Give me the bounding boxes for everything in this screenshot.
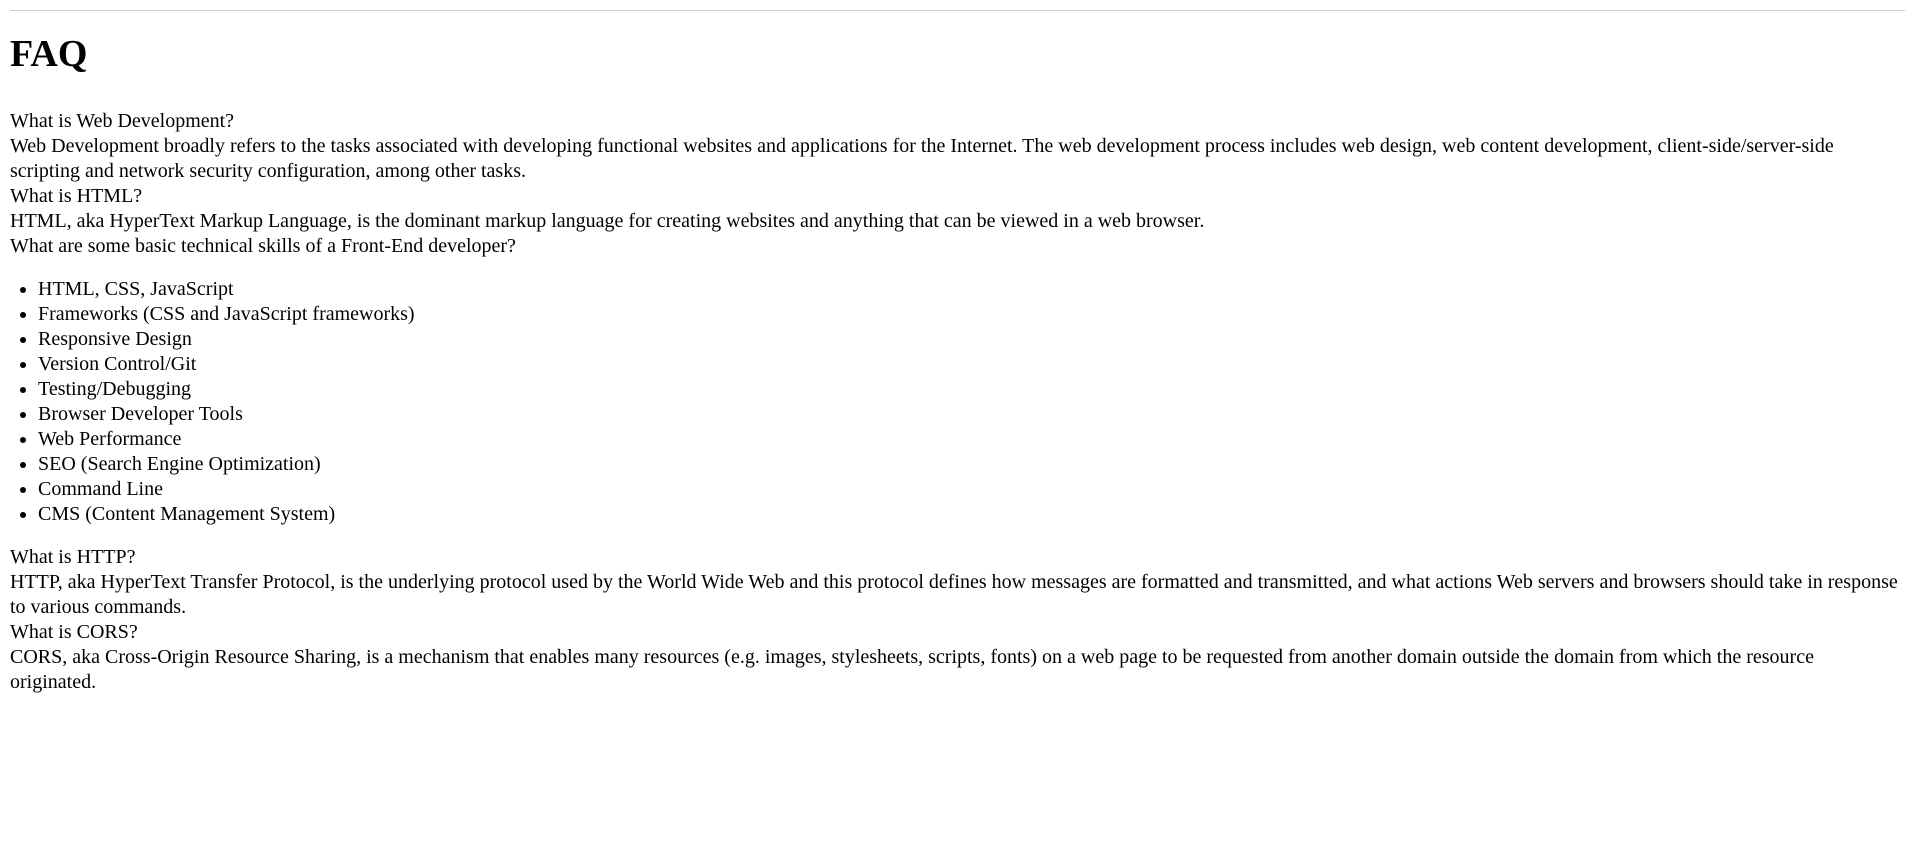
faq-answer: Web Development broadly refers to the ta… <box>10 134 1905 184</box>
list-item: Web Performance <box>38 427 1905 452</box>
faq-answer: HTTP, aka HyperText Transfer Protocol, i… <box>10 570 1905 620</box>
page-title: FAQ <box>10 31 1905 79</box>
list-item: Responsive Design <box>38 327 1905 352</box>
list-item: Command Line <box>38 477 1905 502</box>
list-item: SEO (Search Engine Optimization) <box>38 452 1905 477</box>
faq-question: What are some basic technical skills of … <box>10 234 1905 259</box>
faq-list: What is Web Development?Web Development … <box>10 109 1905 695</box>
faq-answer: HTML, aka HyperText Markup Language, is … <box>10 209 1905 234</box>
list-item: Version Control/Git <box>38 352 1905 377</box>
faq-question: What is Web Development? <box>10 109 1905 134</box>
list-item: Frameworks (CSS and JavaScript framework… <box>38 302 1905 327</box>
top-divider <box>10 10 1905 11</box>
list-item: Browser Developer Tools <box>38 402 1905 427</box>
faq-question: What is CORS? <box>10 620 1905 645</box>
list-item: HTML, CSS, JavaScript <box>38 277 1905 302</box>
list-item: CMS (Content Management System) <box>38 502 1905 527</box>
faq-answer: CORS, aka Cross-Origin Resource Sharing,… <box>10 645 1905 695</box>
faq-question: What is HTML? <box>10 184 1905 209</box>
faq-question: What is HTTP? <box>10 545 1905 570</box>
list-item: Testing/Debugging <box>38 377 1905 402</box>
faq-answer-list: HTML, CSS, JavaScriptFrameworks (CSS and… <box>10 277 1905 527</box>
